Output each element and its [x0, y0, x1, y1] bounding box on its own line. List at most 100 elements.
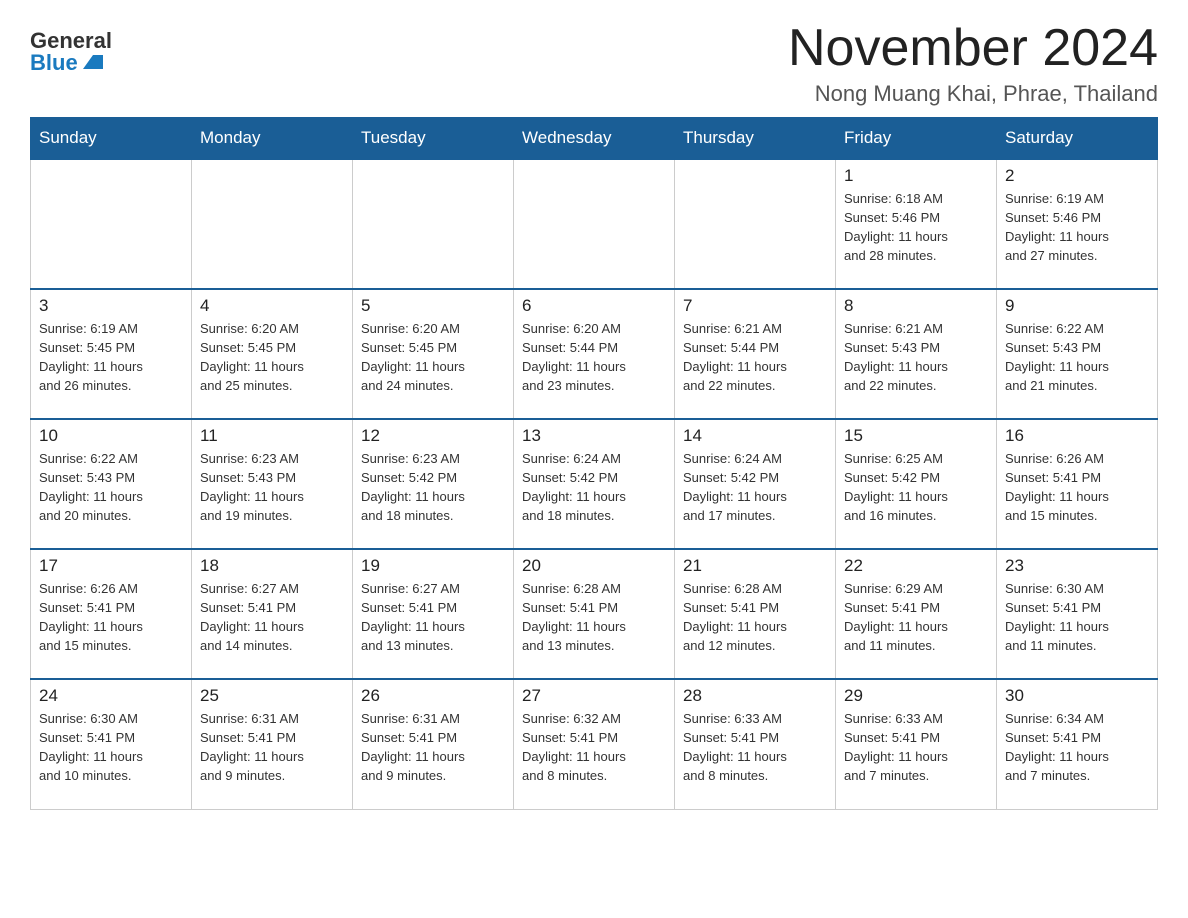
calendar-day-cell: 9Sunrise: 6:22 AMSunset: 5:43 PMDaylight…: [997, 289, 1158, 419]
day-info: Sunrise: 6:31 AMSunset: 5:41 PMDaylight:…: [200, 710, 344, 785]
day-info: Sunrise: 6:24 AMSunset: 5:42 PMDaylight:…: [683, 450, 827, 525]
calendar-day-cell: 24 Sunrise: 6:30 AMSunset: 5:41 PMDayligh…: [31, 679, 192, 809]
calendar-week-row: 10 Sunrise: 6:22 AMSunset: 5:43 PMDayligh…: [31, 419, 1158, 549]
day-number: 10: [39, 426, 183, 446]
month-title: November 2024: [788, 20, 1158, 77]
calendar-day-cell: 27 Sunrise: 6:32 AMSunset: 5:41 PMDayligh…: [514, 679, 675, 809]
day-number: 5: [361, 296, 505, 316]
day-info: Sunrise: 6:20 AMSunset: 5:44 PMDaylight:…: [522, 320, 666, 395]
day-info: Sunrise: 6:33 AMSunset: 5:41 PMDaylight:…: [844, 710, 988, 785]
day-info: Sunrise: 6:34 AMSunset: 5:41 PMDaylight:…: [1005, 710, 1149, 785]
day-info: Sunrise: 6:22 AMSunset: 5:43 PMDaylight:…: [39, 450, 183, 525]
calendar-day-cell: 4Sunrise: 6:20 AMSunset: 5:45 PMDaylight…: [192, 289, 353, 419]
day-number: 22: [844, 556, 988, 576]
calendar-day-cell: 15 Sunrise: 6:25 AMSunset: 5:42 PMDayligh…: [836, 419, 997, 549]
day-info: Sunrise: 6:27 AMSunset: 5:41 PMDaylight:…: [200, 580, 344, 655]
calendar-day-cell: 7 Sunrise: 6:21 AMSunset: 5:44 PMDaylight…: [675, 289, 836, 419]
day-info: Sunrise: 6:28 AMSunset: 5:41 PMDaylight:…: [522, 580, 666, 655]
day-number: 6: [522, 296, 666, 316]
calendar-day-cell: 2 Sunrise: 6:19 AMSunset: 5:46 PMDaylight…: [997, 159, 1158, 289]
calendar-header-row: SundayMondayTuesdayWednesdayThursdayFrid…: [31, 118, 1158, 160]
calendar-week-row: 1 Sunrise: 6:18 AMSunset: 5:46 PMDaylight…: [31, 159, 1158, 289]
day-number: 28: [683, 686, 827, 706]
day-info: Sunrise: 6:31 AMSunset: 5:41 PMDaylight:…: [361, 710, 505, 785]
calendar-day-cell: 12 Sunrise: 6:23 AMSunset: 5:42 PMDayligh…: [353, 419, 514, 549]
day-of-week-header: Friday: [836, 118, 997, 160]
day-number: 12: [361, 426, 505, 446]
day-info: Sunrise: 6:19 AMSunset: 5:46 PMDaylight:…: [1005, 190, 1149, 265]
calendar-day-cell: [353, 159, 514, 289]
calendar-day-cell: 13 Sunrise: 6:24 AMSunset: 5:42 PMDayligh…: [514, 419, 675, 549]
day-number: 7: [683, 296, 827, 316]
day-info: Sunrise: 6:23 AMSunset: 5:42 PMDaylight:…: [361, 450, 505, 525]
page-header: General Blue November 2024 Nong Muang Kh…: [30, 20, 1158, 107]
day-number: 2: [1005, 166, 1149, 186]
calendar-day-cell: 5 Sunrise: 6:20 AMSunset: 5:45 PMDaylight…: [353, 289, 514, 419]
day-number: 13: [522, 426, 666, 446]
calendar-day-cell: 14 Sunrise: 6:24 AMSunset: 5:42 PMDayligh…: [675, 419, 836, 549]
day-info: Sunrise: 6:26 AMSunset: 5:41 PMDaylight:…: [39, 580, 183, 655]
day-number: 14: [683, 426, 827, 446]
day-number: 17: [39, 556, 183, 576]
day-info: Sunrise: 6:30 AMSunset: 5:41 PMDaylight:…: [39, 710, 183, 785]
day-info: Sunrise: 6:20 AMSunset: 5:45 PMDaylight:…: [361, 320, 505, 395]
calendar-day-cell: 19 Sunrise: 6:27 AMSunset: 5:41 PMDayligh…: [353, 549, 514, 679]
day-number: 11: [200, 426, 344, 446]
day-info: Sunrise: 6:30 AMSunset: 5:41 PMDaylight:…: [1005, 580, 1149, 655]
day-of-week-header: Tuesday: [353, 118, 514, 160]
day-number: 21: [683, 556, 827, 576]
day-info: Sunrise: 6:32 AMSunset: 5:41 PMDaylight:…: [522, 710, 666, 785]
day-number: 3: [39, 296, 183, 316]
day-number: 19: [361, 556, 505, 576]
calendar-day-cell: 1 Sunrise: 6:18 AMSunset: 5:46 PMDaylight…: [836, 159, 997, 289]
day-number: 30: [1005, 686, 1149, 706]
logo-blue-text: Blue: [30, 52, 103, 74]
calendar-day-cell: 26Sunrise: 6:31 AMSunset: 5:41 PMDayligh…: [353, 679, 514, 809]
day-info: Sunrise: 6:18 AMSunset: 5:46 PMDaylight:…: [844, 190, 988, 265]
calendar-day-cell: 3Sunrise: 6:19 AMSunset: 5:45 PMDaylight…: [31, 289, 192, 419]
calendar-day-cell: 18Sunrise: 6:27 AMSunset: 5:41 PMDayligh…: [192, 549, 353, 679]
day-info: Sunrise: 6:21 AMSunset: 5:44 PMDaylight:…: [683, 320, 827, 395]
day-number: 1: [844, 166, 988, 186]
logo-triangle-icon: [83, 55, 103, 69]
calendar-day-cell: 6 Sunrise: 6:20 AMSunset: 5:44 PMDaylight…: [514, 289, 675, 419]
day-of-week-header: Wednesday: [514, 118, 675, 160]
calendar-day-cell: 23 Sunrise: 6:30 AMSunset: 5:41 PMDayligh…: [997, 549, 1158, 679]
day-of-week-header: Saturday: [997, 118, 1158, 160]
calendar-day-cell: 29 Sunrise: 6:33 AMSunset: 5:41 PMDayligh…: [836, 679, 997, 809]
day-info: Sunrise: 6:25 AMSunset: 5:42 PMDaylight:…: [844, 450, 988, 525]
day-info: Sunrise: 6:29 AMSunset: 5:41 PMDaylight:…: [844, 580, 988, 655]
day-number: 24: [39, 686, 183, 706]
day-info: Sunrise: 6:24 AMSunset: 5:42 PMDaylight:…: [522, 450, 666, 525]
logo: General Blue: [30, 20, 112, 74]
calendar-day-cell: 16 Sunrise: 6:26 AMSunset: 5:41 PMDayligh…: [997, 419, 1158, 549]
logo-general-text: General: [30, 30, 112, 52]
day-info: Sunrise: 6:26 AMSunset: 5:41 PMDaylight:…: [1005, 450, 1149, 525]
calendar-day-cell: [514, 159, 675, 289]
calendar-day-cell: [31, 159, 192, 289]
day-number: 15: [844, 426, 988, 446]
calendar-day-cell: 30 Sunrise: 6:34 AMSunset: 5:41 PMDayligh…: [997, 679, 1158, 809]
calendar-day-cell: 21 Sunrise: 6:28 AMSunset: 5:41 PMDayligh…: [675, 549, 836, 679]
day-number: 25: [200, 686, 344, 706]
day-info: Sunrise: 6:28 AMSunset: 5:41 PMDaylight:…: [683, 580, 827, 655]
calendar-day-cell: 22 Sunrise: 6:29 AMSunset: 5:41 PMDayligh…: [836, 549, 997, 679]
day-number: 27: [522, 686, 666, 706]
day-of-week-header: Monday: [192, 118, 353, 160]
day-number: 4: [200, 296, 344, 316]
calendar-day-cell: [675, 159, 836, 289]
title-block: November 2024 Nong Muang Khai, Phrae, Th…: [788, 20, 1158, 107]
day-number: 9: [1005, 296, 1149, 316]
day-number: 23: [1005, 556, 1149, 576]
calendar-day-cell: 20 Sunrise: 6:28 AMSunset: 5:41 PMDayligh…: [514, 549, 675, 679]
day-info: Sunrise: 6:21 AMSunset: 5:43 PMDaylight:…: [844, 320, 988, 395]
day-info: Sunrise: 6:27 AMSunset: 5:41 PMDaylight:…: [361, 580, 505, 655]
day-number: 20: [522, 556, 666, 576]
day-of-week-header: Sunday: [31, 118, 192, 160]
calendar-week-row: 17 Sunrise: 6:26 AMSunset: 5:41 PMDayligh…: [31, 549, 1158, 679]
day-number: 29: [844, 686, 988, 706]
day-info: Sunrise: 6:33 AMSunset: 5:41 PMDaylight:…: [683, 710, 827, 785]
day-info: Sunrise: 6:23 AMSunset: 5:43 PMDaylight:…: [200, 450, 344, 525]
calendar-day-cell: 25 Sunrise: 6:31 AMSunset: 5:41 PMDayligh…: [192, 679, 353, 809]
day-number: 16: [1005, 426, 1149, 446]
